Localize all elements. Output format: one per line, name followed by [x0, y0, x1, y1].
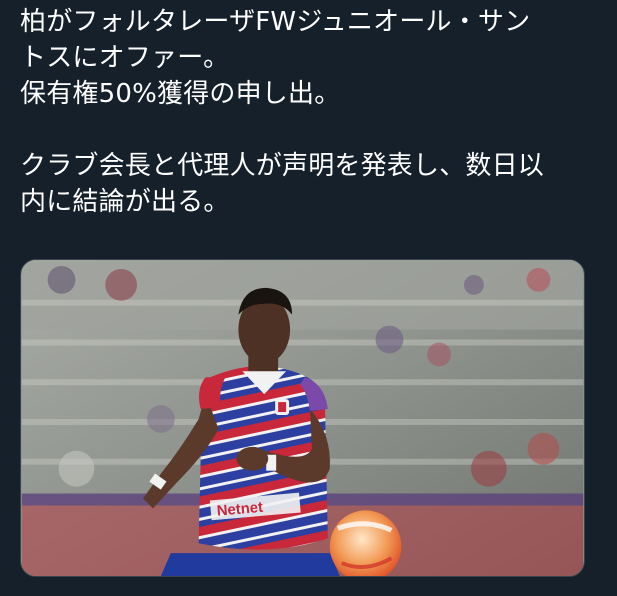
- tweet: 柏がフォルタレーザFWジュニオール・サン トスにオファー。 保有権50%獲得の申…: [0, 0, 617, 596]
- player-photo-illustration: Netnet: [21, 260, 584, 576]
- tweet-text-line: 内に結論が出る。: [20, 187, 230, 217]
- tweet-text: 柏がフォルタレーザFWジュニオール・サン トスにオファー。 保有権50%獲得の申…: [20, 4, 600, 220]
- tweet-text-line: トスにオファー。: [20, 43, 230, 73]
- tweet-text-line: クラブ会長と代理人が声明を発表し、数日以: [20, 151, 545, 181]
- tweet-photo[interactable]: Netnet: [20, 259, 585, 577]
- tweet-text-line: 柏がフォルタレーザFWジュニオール・サン: [20, 7, 531, 37]
- tweet-text-line: 保有権50%獲得の申し出。: [20, 79, 341, 109]
